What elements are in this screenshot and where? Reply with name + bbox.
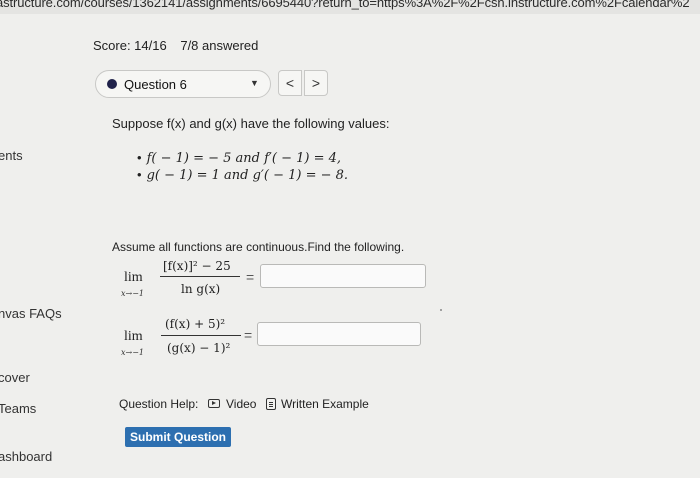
sidebar-item-discover[interactable]: cover [0,370,30,385]
instruction-text: Assume all functions are continuous.Find… [112,240,405,254]
limit-2-fraction-bar [161,335,241,336]
bullet-g-values: • g( − 1) = 1 and g′( − 1) = − 8. [137,167,348,183]
score-text: Score: 14/16 [93,38,167,53]
bullet-f-values: • f( − 1) = − 5 and f′( − 1) = 4, [137,150,341,166]
video-icon[interactable] [208,399,220,408]
limit-2-denominator: (g(x) − 1)² [167,341,231,355]
url-text: astructure.com/courses/1362141/assignmen… [0,0,690,10]
problem-stem: Suppose f(x) and g(x) have the following… [112,116,390,131]
limit-2-subscript: x→−1 [121,348,145,357]
limit-2-equals: = [244,327,253,343]
limit-1-answer-input[interactable] [260,264,426,288]
limit-1-operator: lim [124,270,143,285]
sidebar-item-canvas-faqs[interactable]: nvas FAQs [0,306,62,321]
question-select-label: Question 6 [124,77,187,92]
limit-1-equals: = [246,269,255,285]
question-status-dot-icon [107,79,117,89]
limit-1-fraction-bar [160,276,240,277]
limit-1-numerator: [f(x)]² − 25 [163,259,231,273]
answered-count: 7/8 answered [180,38,259,53]
submit-question-button[interactable]: Submit Question [125,427,231,447]
bullet-f-text: f( − 1) = − 5 and f′( − 1) = 4, [146,151,342,166]
chevron-down-icon: ▼ [250,78,259,88]
limit-2-operator: lim [124,329,143,344]
limit-2-answer-input[interactable] [257,322,421,346]
limit-1-denominator: ln g(x) [181,282,221,296]
sidebar-item-assignments[interactable]: ents [0,148,23,163]
browser-url-bar[interactable]: astructure.com/courses/1362141/assignmen… [0,0,700,14]
video-help-link[interactable]: Video [226,397,256,411]
document-icon[interactable] [266,398,276,410]
next-question-button[interactable]: > [304,70,328,96]
bullet-icon: • [137,150,142,165]
decorative-dot [440,309,442,311]
question-select[interactable]: Question 6 ▼ [95,70,271,98]
limit-1-subscript: x→−1 [121,289,145,298]
page-content: ents nvas FAQs cover Teams ashboard Scor… [0,14,700,478]
bullet-g-text: g( − 1) = 1 and g′( − 1) = − 8. [146,168,349,183]
previous-question-button[interactable]: < [278,70,302,96]
sidebar-item-dashboard[interactable]: ashboard [0,449,52,464]
question-help-label: Question Help: [119,397,199,411]
sidebar-item-teams[interactable]: Teams [0,401,36,416]
written-example-link[interactable]: Written Example [281,397,369,411]
limit-2-numerator: (f(x) + 5)² [165,317,226,331]
bullet-icon: • [137,167,142,182]
score-bar: Score: 14/16 7/8 answered [93,38,258,53]
